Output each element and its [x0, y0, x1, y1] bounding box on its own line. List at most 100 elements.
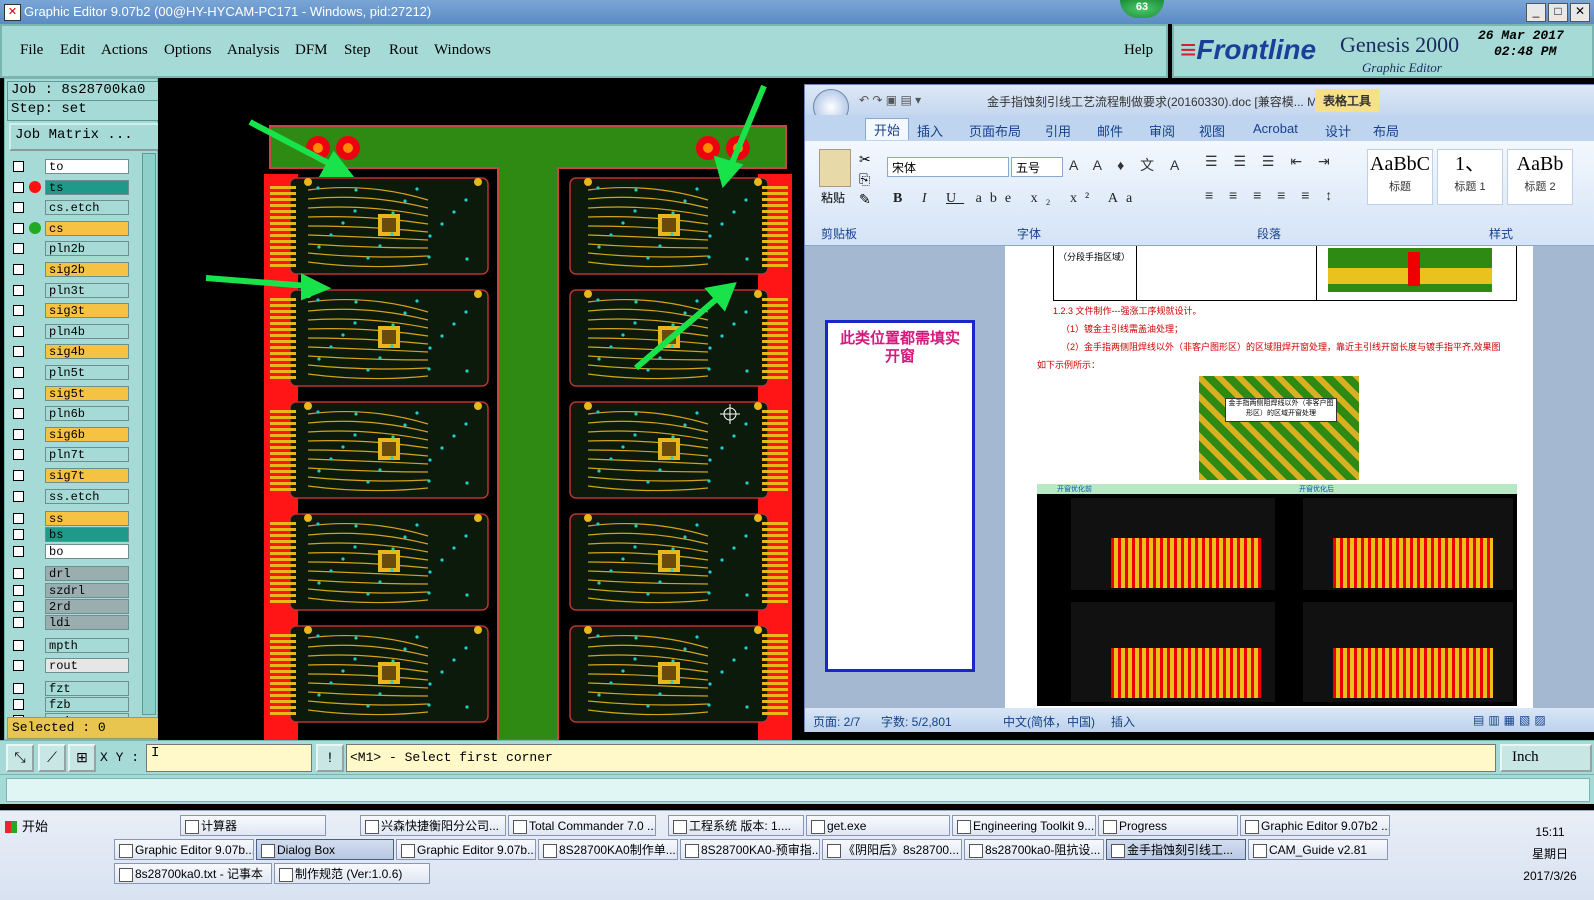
style-swatch[interactable]: AaBb 标题 2	[1507, 149, 1573, 205]
layer-row-cs[interactable]: cs	[11, 220, 131, 236]
ribbon-tab[interactable]: 视图	[1199, 121, 1225, 140]
layer-row-to[interactable]: to	[11, 159, 131, 174]
layer-checkbox[interactable]	[13, 529, 24, 541]
xy-input[interactable]: I	[146, 744, 312, 772]
layer-name[interactable]: pln7t	[45, 447, 129, 463]
format-buttons[interactable]: B I U abe x₂ x² Aa	[893, 191, 1140, 207]
status-page[interactable]: 页面: 2/7	[813, 713, 860, 730]
taskbar-item[interactable]: Dialog Box	[256, 839, 394, 860]
menu-step[interactable]: Step	[344, 42, 371, 59]
layer-checkbox[interactable]	[13, 513, 24, 524]
layer-checkbox[interactable]	[13, 346, 24, 358]
layer-checkbox[interactable]	[13, 617, 24, 629]
layer-row-cs.etch[interactable]: cs.etch	[11, 200, 131, 216]
layer-row-pln2b[interactable]: pln2b	[11, 241, 131, 257]
quick-access-icons[interactable]: ↶ ↷ ▣ ▤ ▾	[859, 93, 921, 107]
layer-name[interactable]: fzt	[45, 680, 129, 696]
layer-row-bo[interactable]: bo	[11, 543, 131, 559]
layer-row-bs[interactable]: bs	[11, 527, 131, 543]
layer-checkbox[interactable]	[13, 202, 24, 214]
layer-name[interactable]: bo	[45, 543, 129, 559]
status-mode[interactable]: 插入	[1111, 713, 1135, 730]
layer-name[interactable]: cs	[45, 220, 129, 236]
taskbar-item[interactable]: Graphic Editor 9.07b2 ...	[1240, 815, 1390, 836]
layer-name[interactable]: pln3t	[45, 282, 129, 298]
measure-button[interactable]: ⟋	[38, 744, 66, 772]
layer-row-fzt[interactable]: fzt	[11, 680, 131, 696]
taskbar-item[interactable]: get.exe	[806, 815, 950, 836]
layer-row-pln7t[interactable]: pln7t	[11, 447, 131, 463]
taskbar-item[interactable]: 工程系统 版本: 1....	[668, 815, 804, 836]
ribbon-tab[interactable]: 设计	[1325, 121, 1351, 140]
menu-rout[interactable]: Rout	[389, 42, 418, 59]
status-language[interactable]: 中文(简体，中国)	[1003, 713, 1095, 730]
layer-checkbox[interactable]	[13, 490, 24, 502]
layer-checkbox[interactable]	[13, 181, 24, 193]
layer-name[interactable]: sig7t	[45, 468, 129, 483]
layer-row-rout[interactable]: rout	[11, 658, 131, 674]
ribbon-tab[interactable]: 审阅	[1149, 121, 1175, 140]
taskbar-item[interactable]: 制作规范 (Ver:1.0.6)	[274, 863, 430, 884]
layer-name[interactable]: ldi	[45, 615, 129, 631]
view-buttons[interactable]: ▤▥▦▧▨	[1473, 713, 1550, 727]
graphic-canvas[interactable]	[158, 78, 804, 741]
taskbar-item[interactable]: CAM_Guide v2.81	[1248, 839, 1388, 860]
menu-file[interactable]: File	[20, 42, 43, 59]
font-size-select[interactable]: 五号	[1011, 157, 1063, 177]
layer-row-drl[interactable]: drl	[11, 566, 131, 582]
font-name-select[interactable]: 宋体	[887, 157, 1009, 177]
taskbar-item[interactable]: 8S28700KA0制作单....	[538, 839, 678, 860]
document-page[interactable]: （分段手指区域） 1.2.3 文件制作---强涨工序规就设计。 （1）镀金主引线…	[1005, 246, 1533, 708]
layer-row-2rd[interactable]: 2rd	[11, 599, 131, 614]
layer-name[interactable]: sig4b	[45, 344, 129, 360]
layer-checkbox[interactable]	[13, 161, 24, 172]
layer-name[interactable]: sig6b	[45, 426, 129, 442]
font-size-buttons[interactable]: A A ♦ 文 A	[1069, 155, 1185, 175]
layer-checkbox[interactable]	[13, 325, 24, 337]
layer-name[interactable]: pln5t	[45, 365, 129, 380]
layer-name[interactable]: ss	[45, 511, 129, 526]
menu-options[interactable]: Options	[164, 42, 212, 59]
menu-windows[interactable]: Windows	[434, 42, 491, 59]
layer-name[interactable]: sig3t	[45, 303, 129, 319]
taskbar-item[interactable]: 8s28700ka0.txt - 记事本	[114, 863, 272, 884]
taskbar-item[interactable]: 8s28700ka0-阻抗设...	[964, 839, 1104, 860]
layer-name[interactable]: ss.etch	[45, 488, 129, 504]
layer-checkbox[interactable]	[13, 699, 24, 710]
ribbon-tab[interactable]: 布局	[1373, 121, 1399, 140]
layer-name[interactable]: ts	[45, 179, 129, 195]
layer-row-pln5t[interactable]: pln5t	[11, 365, 131, 380]
layer-row-ss[interactable]: ss	[11, 511, 131, 526]
layer-checkbox[interactable]	[13, 601, 24, 612]
layer-checkbox[interactable]	[13, 284, 24, 296]
layer-row-sig7t[interactable]: sig7t	[11, 468, 131, 483]
menu-actions[interactable]: Actions	[101, 42, 148, 59]
start-button[interactable]: 开始	[2, 815, 104, 839]
ribbon-tab[interactable]: 页面布局	[969, 121, 1021, 140]
layer-checkbox[interactable]	[13, 568, 24, 580]
layer-row-pln3t[interactable]: pln3t	[11, 282, 131, 298]
layer-checkbox[interactable]	[13, 408, 24, 420]
ribbon-tab[interactable]: 引用	[1045, 121, 1071, 140]
layer-name[interactable]: pln6b	[45, 406, 129, 422]
units-button[interactable]: Inch	[1500, 744, 1592, 772]
info-button[interactable]: !	[316, 744, 344, 772]
layer-name[interactable]: pln2b	[45, 241, 129, 257]
menu-help[interactable]: Help	[1124, 42, 1153, 59]
layer-checkbox[interactable]	[13, 584, 24, 596]
layer-row-pln4b[interactable]: pln4b	[11, 323, 131, 339]
taskbar-item[interactable]: Total Commander 7.0 ...	[508, 815, 656, 836]
layer-checkbox[interactable]	[13, 264, 24, 275]
layer-name[interactable]: sig5t	[45, 385, 129, 401]
layer-row-fzb[interactable]: fzb	[11, 697, 131, 712]
taskbar-item[interactable]: 计算器	[180, 815, 326, 836]
align-buttons[interactable]: ≡ ≡ ≡ ≡ ≡ ↕	[1205, 187, 1338, 203]
taskbar-item[interactable]: 8S28700KA0-预审指...	[680, 839, 820, 860]
layer-checkbox[interactable]	[13, 470, 24, 481]
layer-checkbox[interactable]	[13, 305, 24, 317]
layer-checkbox[interactable]	[13, 367, 24, 378]
layer-name[interactable]: bs	[45, 527, 129, 543]
layer-checkbox[interactable]	[13, 449, 24, 461]
status-words[interactable]: 字数: 5/2,801	[881, 713, 952, 730]
layer-checkbox[interactable]	[13, 387, 24, 399]
